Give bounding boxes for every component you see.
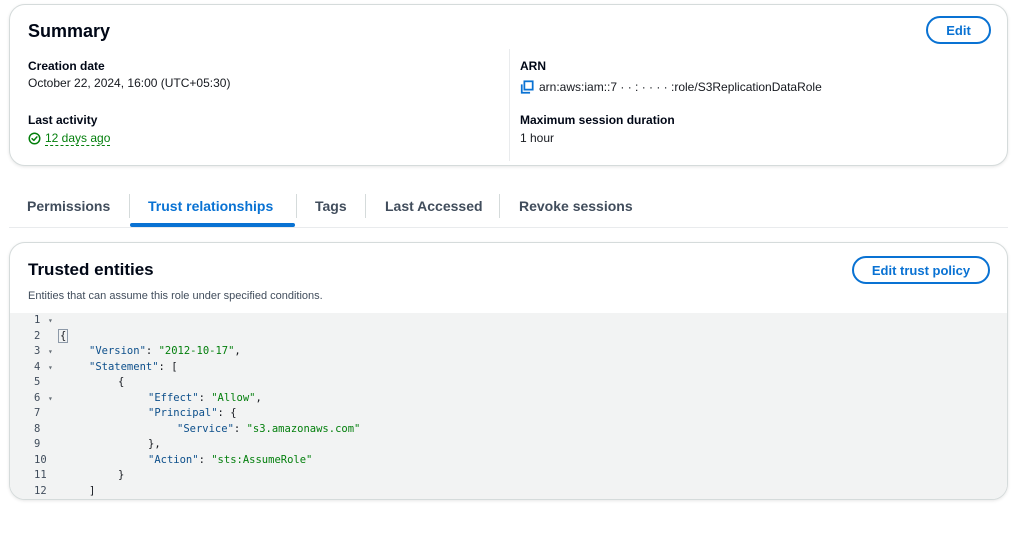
last-activity-label: Last activity <box>28 113 98 127</box>
code-line: "Action": "sts:AssumeRole" <box>148 453 313 466</box>
summary-divider <box>509 49 510 161</box>
policy-effect-value: "Allow" <box>211 391 256 404</box>
code-line: "Service": "s3.amazonaws.com" <box>177 422 361 435</box>
arn-row: arn:aws:iam::7 · · : · · · · :role/S3Rep… <box>520 80 822 94</box>
code-line: "Version": "2012-10-17", <box>89 345 241 357</box>
code-line: "Statement": [ <box>89 360 178 373</box>
policy-action-key: "Action" <box>148 453 199 466</box>
policy-action-value: "sts:AssumeRole" <box>211 453 313 466</box>
max-session-value: 1 hour <box>520 131 555 145</box>
copy-icon[interactable] <box>520 80 534 94</box>
trusted-entities-description: Entities that can assume this role under… <box>28 290 323 302</box>
fold-arrow-icon[interactable]: ▾ <box>48 313 53 329</box>
active-tab-indicator <box>130 223 295 227</box>
code-line: } <box>10 484 48 500</box>
code-line: { <box>58 328 69 343</box>
creation-date-value: October 22, 2024, 16:00 (UTC+05:30) <box>28 76 231 90</box>
max-session-label: Maximum session duration <box>520 113 675 127</box>
code-line: }, <box>148 438 161 450</box>
tab-revoke-sessions[interactable]: Revoke sessions <box>519 186 633 226</box>
arn-label: ARN <box>520 59 546 73</box>
code-line: { <box>118 376 125 388</box>
tab-permissions[interactable]: Permissions <box>27 186 110 226</box>
policy-version-key: "Version" <box>89 345 146 357</box>
last-activity[interactable]: 12 days ago <box>28 131 111 146</box>
summary-title: Summary <box>28 21 111 41</box>
check-circle-icon <box>28 132 41 145</box>
last-activity-value[interactable]: 12 days ago <box>45 131 111 146</box>
arn-value: arn:aws:iam::7 · · : · · · · :role/S3Rep… <box>539 80 822 94</box>
policy-principal-key: "Principal" <box>148 407 218 419</box>
code-line: "Principal": { <box>148 407 237 419</box>
tab-separator <box>499 194 500 218</box>
trust-policy-code-editor[interactable]: 1 ▾ 2 3 ▾ 4 ▾ 5 6 ▾ 7 8 9 10 11 12 { "Version": "2012-1… <box>10 313 1007 500</box>
policy-version-value: "2012-10-17" <box>158 345 235 357</box>
policy-effect-key: "Effect" <box>148 391 199 404</box>
tab-separator <box>129 194 130 218</box>
creation-date-label: Creation date <box>28 59 105 73</box>
fold-arrow-icon[interactable]: ▾ <box>48 344 53 360</box>
tab-tags[interactable]: Tags <box>315 186 347 226</box>
edit-button[interactable]: Edit <box>926 16 991 44</box>
code-line: ] <box>89 484 96 497</box>
fold-arrow-icon[interactable]: ▾ <box>48 360 53 376</box>
trusted-entities-panel: Trusted entities Edit trust policy Entit… <box>9 242 1008 500</box>
role-tabs: Permissions Trust relationships Tags Las… <box>9 186 1008 228</box>
policy-service-value: "s3.amazonaws.com" <box>246 422 361 435</box>
edit-trust-policy-button[interactable]: Edit trust policy <box>852 256 990 284</box>
code-line: "Effect": "Allow", <box>148 391 262 404</box>
tab-last-accessed[interactable]: Last Accessed <box>385 186 483 226</box>
summary-panel: Summary Edit Creation date October 22, 2… <box>9 4 1008 166</box>
policy-statement-key: "Statement" <box>89 360 159 373</box>
trusted-entities-title: Trusted entities <box>28 260 154 279</box>
fold-arrow-icon[interactable]: ▾ <box>48 391 53 407</box>
tab-trust-relationships[interactable]: Trust relationships <box>148 186 273 226</box>
tab-separator <box>365 194 366 218</box>
tab-separator <box>296 194 297 218</box>
policy-service-key: "Service" <box>177 422 234 435</box>
code-line: } <box>118 469 125 481</box>
